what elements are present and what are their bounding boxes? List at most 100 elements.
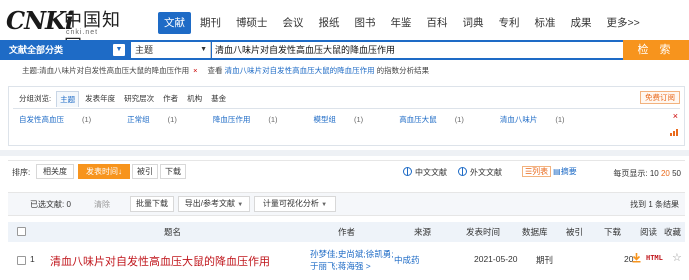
nav-item-theses[interactable]: 博硕士 — [230, 12, 274, 34]
top-nav-bar: CNKi 中国知网 cnki.net 文献 期刊 博硕士 会议 报纸 图书 年鉴… — [0, 0, 689, 57]
visual-chart-icon[interactable] — [669, 127, 679, 137]
tab-research-level[interactable]: 研究层次 — [124, 91, 154, 107]
group-item[interactable]: 高血压大鼠 (1) — [399, 114, 482, 125]
nav-item-yearbooks[interactable]: 年鉴 — [385, 12, 418, 34]
nav-item-conferences[interactable]: 会议 — [277, 12, 310, 34]
header-author: 作者 — [338, 227, 356, 237]
nav-item-achievements[interactable]: 成果 — [565, 12, 598, 34]
nav-item-encyclopedia[interactable]: 百科 — [421, 12, 454, 34]
chevron-down-icon: ▼ — [113, 44, 125, 56]
scope-dropdown[interactable]: 文献全部分类 ▼ — [5, 42, 125, 58]
group-item-name: 清血八味片 — [499, 115, 538, 124]
authors[interactable]: 孙梦佳;史尚斌;徐凯勇; 于丽飞;蒋海强 > — [310, 248, 400, 272]
abstract-view-label: 摘要 — [560, 167, 577, 176]
nav-item-literature[interactable]: 文献 — [158, 12, 191, 34]
search-bar: 文献全部分类 ▼ 主题 ▼ 清血八味片对自发性高血压大鼠的降血压作用 检 索 — [0, 40, 689, 60]
nav-item-journals[interactable]: 期刊 — [194, 12, 227, 34]
tab-author[interactable]: 作者 — [163, 91, 178, 107]
lang-en-label: 外文文献 — [470, 168, 502, 177]
abstract-view-button[interactable]: ▤摘要 — [553, 167, 577, 176]
search-button[interactable]: 检 索 — [623, 40, 689, 60]
nav-item-patents[interactable]: 专利 — [493, 12, 526, 34]
favorite-star-icon[interactable]: ☆ — [672, 251, 682, 264]
group-item-name: 降血压作用 — [212, 115, 251, 124]
per-page-50[interactable]: 50 — [672, 169, 681, 178]
group-item[interactable]: 自发性高血压 (1) — [19, 114, 109, 125]
nav-item-standards[interactable]: 标准 — [529, 12, 562, 34]
tab-year[interactable]: 发表年度 — [85, 91, 115, 107]
nav-item-more[interactable]: 更多>> — [601, 12, 646, 34]
sort-publish-time[interactable]: 发表时间↓ — [78, 164, 130, 179]
search-field-select[interactable]: 主题 ▼ — [131, 42, 211, 58]
nav-item-newspapers[interactable]: 报纸 — [313, 12, 346, 34]
group-browse-panel: 分组浏览: 主题 发表年度 研究层次 作者 机构 基金 免费订阅 自发性高血压 (… — [8, 86, 685, 146]
subject-info-row: 主题:清血八味片对自发性高血压大鼠的降血压作用 × 查看 清血八味片对自发性高血压大… — [0, 60, 689, 82]
logo-brand: CNKi — [6, 6, 74, 35]
free-subscribe-button[interactable]: 免费订阅 — [640, 91, 680, 104]
row-checkbox[interactable] — [17, 256, 26, 265]
header-title: 题名 — [164, 227, 182, 237]
tab-fund[interactable]: 基金 — [211, 91, 226, 107]
subject-text: 主题:清血八味片对自发性高血压大鼠的降血压作用 — [22, 66, 190, 75]
sort-bar: 排序: 相关度 发表时间↓ 被引 下载 中文文献 外文文献 ☰列表 ▤摘要 每页显… — [8, 160, 685, 184]
download-icon[interactable] — [632, 253, 641, 263]
header-favorite: 收藏 — [664, 227, 682, 237]
remove-subject-icon[interactable]: × — [193, 66, 197, 75]
group-item[interactable]: 正常组 (1) — [127, 114, 195, 125]
group-item-count: (1) — [268, 115, 278, 124]
authors-line[interactable]: 于丽飞;蒋海强 > — [310, 260, 400, 272]
index-analysis-link[interactable]: 清血八味片对自发性高血压大鼠的降血压作用 — [225, 66, 375, 75]
list-view-button[interactable]: ☰列表 — [522, 166, 552, 177]
selected-count: 已选文献: 0 — [30, 200, 71, 209]
source-link[interactable]: 中成药 — [394, 254, 420, 266]
sort-downloads[interactable]: 下载 — [160, 164, 186, 179]
tab-subject[interactable]: 主题 — [56, 91, 80, 107]
publish-date: 2021-05-20 — [474, 254, 518, 264]
list-view-label: 列表 — [532, 167, 549, 176]
database-type: 期刊 — [536, 255, 554, 265]
search-input[interactable]: 清血八味片对自发性高血压大鼠的降血压作用 — [212, 42, 623, 58]
divider — [13, 108, 680, 109]
per-page-10[interactable]: 10 — [650, 169, 659, 178]
article-title-link[interactable]: 清血八味片对自发性高血压大鼠的降血压作用 — [50, 253, 270, 269]
search-field-value: 主题 — [135, 45, 154, 55]
batch-download-button[interactable]: 批量下载 — [130, 196, 174, 212]
group-items: 自发性高血压 (1) 正常组 (1) 降血压作用 (1) 模型组 (1) 高血压大鼠 (1… — [19, 114, 601, 125]
export-references-button[interactable]: 导出/参考文献 ▼ — [178, 196, 250, 212]
group-item[interactable]: 清血八味片 (1) — [500, 114, 583, 125]
close-group-icon[interactable]: × — [673, 111, 678, 121]
header-read: 阅读 — [640, 227, 658, 237]
sort-relevance[interactable]: 相关度 — [36, 164, 74, 179]
html-read-link[interactable]: HTML — [646, 254, 663, 262]
authors-line[interactable]: 孙梦佳;史尚斌;徐凯勇; — [310, 248, 400, 260]
globe-icon — [458, 167, 467, 176]
scope-label: 文献全部分类 — [9, 45, 64, 55]
header-downloads: 下载 — [604, 227, 622, 237]
header-cited: 被引 — [566, 227, 584, 237]
globe-icon — [403, 167, 412, 176]
chevron-down-icon: ▼ — [321, 202, 328, 208]
foreign-literature-filter[interactable]: 外文文献 — [458, 167, 502, 178]
per-page-20[interactable]: 20 — [661, 169, 670, 178]
view-suffix: 的指数分析结果 — [376, 66, 430, 75]
select-all-checkbox[interactable] — [17, 227, 26, 236]
group-item-count: (1) — [555, 115, 565, 124]
visual-analysis-button[interactable]: 计量可视化分析 ▼ — [254, 196, 336, 212]
resource-type-nav: 文献 期刊 博硕士 会议 报纸 图书 年鉴 百科 词典 专利 标准 成果 更多>… — [158, 12, 649, 36]
sort-label: 排序: — [12, 168, 31, 177]
group-item[interactable]: 降血压作用 (1) — [213, 114, 296, 125]
clear-selection-link[interactable]: 清除 — [94, 199, 110, 210]
cnki-logo[interactable]: CNKi 中国知网 cnki.net — [6, 4, 134, 57]
nav-item-books[interactable]: 图书 — [349, 12, 382, 34]
visual-analysis-label: 计量可视化分析 — [262, 199, 319, 208]
lang-cn-label: 中文文献 — [415, 168, 447, 177]
group-item[interactable]: 模型组 (1) — [314, 114, 382, 125]
chinese-literature-filter[interactable]: 中文文献 — [403, 167, 447, 178]
header-database: 数据库 — [522, 227, 548, 237]
sort-cited[interactable]: 被引 — [132, 164, 158, 179]
section-divider — [0, 150, 689, 156]
nav-item-dictionary[interactable]: 词典 — [457, 12, 490, 34]
group-item-name: 自发性高血压 — [19, 115, 64, 124]
group-tabs: 分组浏览: 主题 发表年度 研究层次 作者 机构 基金 — [19, 91, 235, 107]
tab-institution[interactable]: 机构 — [187, 91, 202, 107]
